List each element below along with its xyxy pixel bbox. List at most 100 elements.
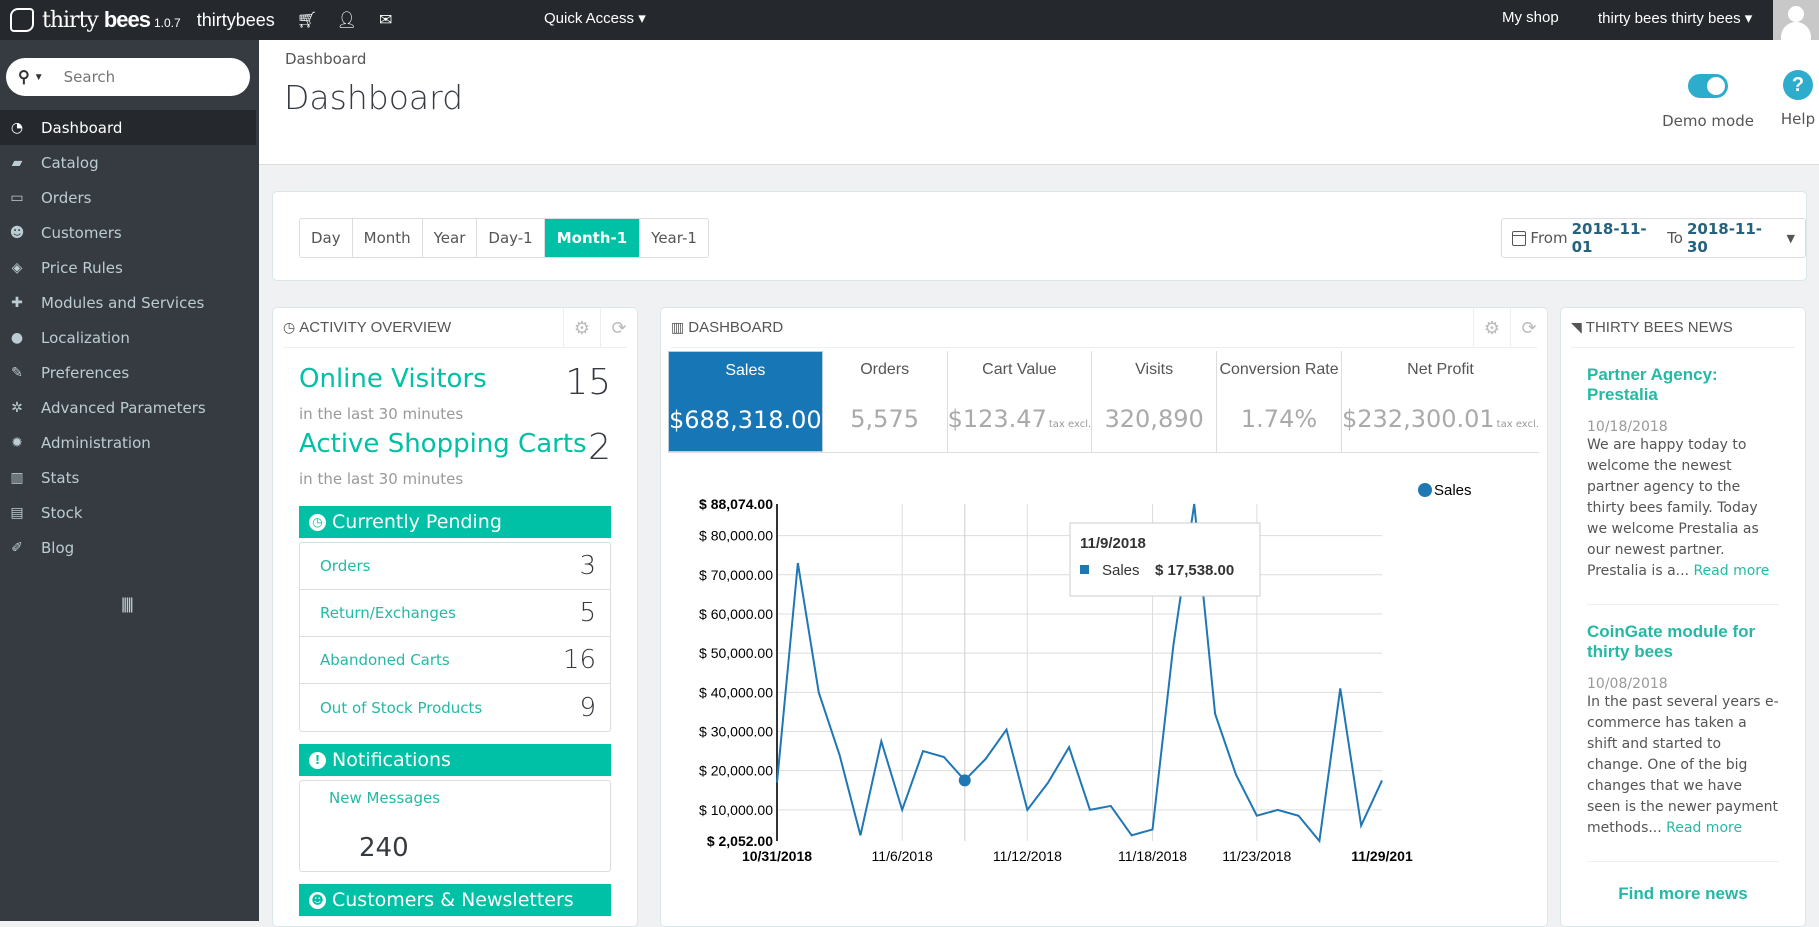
panel-title: Dashboard — [688, 319, 784, 336]
notifications-heading: ! Notifications — [299, 744, 611, 776]
kpi-tile-net-profit[interactable]: Net Profit $232,300.01 tax excl. — [1342, 351, 1539, 452]
search-input[interactable] — [63, 68, 224, 86]
new-messages: New Messages 240 — [299, 780, 611, 872]
sales-chart[interactable]: $ 2,052.00 $ 10,000.00 $ 20,000.00 $ 30,000… — [661, 448, 1549, 918]
pending-label[interactable]: Out of Stock Products — [320, 699, 482, 717]
sidebar-item-label: Stats — [41, 468, 80, 487]
my-shop-link[interactable]: My shop — [1502, 9, 1559, 26]
kpi-value: $123.47 tax excl. — [948, 405, 1092, 433]
refresh-icon[interactable]: ⟳ — [1510, 308, 1547, 348]
kpi-tile-sales[interactable]: Sales $688,318.00 — [668, 351, 823, 452]
kpi-value-text: $688,318.00 — [669, 406, 822, 434]
caret-down-icon[interactable]: ▼ — [34, 72, 44, 83]
configure-icon[interactable]: ⚙ — [1473, 308, 1510, 348]
edit-icon: ✐ — [11, 539, 23, 556]
sidebar-item-label: Dashboard — [41, 118, 123, 137]
tooltip-marker — [1080, 565, 1089, 574]
x-tick-label: 11/23/2018 — [1222, 848, 1291, 864]
date-filter-bar: Day Month Year Day-1 Month-1 Year-1 From 2018… — [272, 191, 1807, 281]
shop-name[interactable]: thirtybees — [197, 10, 275, 31]
user-icon: ☻ — [309, 891, 326, 909]
news-title-link[interactable]: Partner Agency: Prestalia — [1587, 365, 1779, 405]
sidebar-item-stock[interactable]: ▤ Stock — [0, 495, 259, 530]
sidebar-item-orders[interactable]: ▭ Orders — [0, 180, 259, 215]
legend-label: Sales — [1434, 482, 1472, 499]
user-menu[interactable]: thirty bees thirty bees ▾ — [1598, 9, 1752, 27]
period-button-year[interactable]: Year — [422, 219, 478, 257]
sidebar-item-preferences[interactable]: ✎ Preferences — [0, 355, 259, 390]
period-button-month[interactable]: Month — [352, 219, 423, 257]
sidebar-item-dashboard[interactable]: ◔ Dashboard — [0, 110, 256, 145]
sidebar-item-price-rules[interactable]: ◈ Price Rules — [0, 250, 259, 285]
kpi-tile-visits[interactable]: Visits 320,890 — [1092, 351, 1218, 452]
help-button[interactable]: ? Help — [1763, 70, 1819, 128]
kpi-label: Visits — [1135, 361, 1174, 378]
pending-label[interactable]: Orders — [320, 557, 370, 575]
find-more-news-link[interactable]: Find more news — [1561, 884, 1805, 904]
online-visitors-label[interactable]: Online Visitors — [299, 364, 487, 394]
caret-down-icon: ▼ — [1786, 231, 1795, 245]
sidebar-item-label: Administration — [41, 433, 151, 452]
page-header: Dashboard Dashboard Demo mode ? Help — [259, 40, 1819, 165]
user-icon[interactable]: 👤︎ — [337, 10, 357, 30]
panel-title: Activity overview — [299, 319, 452, 336]
logo[interactable]: thirty bees 1.0.7 — [10, 0, 181, 40]
sidebar-item-label: Localization — [41, 328, 130, 347]
breadcrumb[interactable]: Dashboard — [285, 50, 366, 68]
collapse-menu-icon[interactable]: ||||| — [121, 596, 134, 614]
active-carts-label[interactable]: Active Shopping Carts — [299, 429, 587, 459]
pending-value: 3 — [579, 551, 596, 581]
credit-card-icon: ▭ — [10, 189, 24, 206]
kpi-tile-cart-value[interactable]: Cart Value $123.47 tax excl. — [948, 351, 1093, 452]
sidebar-item-customers[interactable]: ☻ Customers — [0, 215, 259, 250]
kpi-label: Conversion Rate — [1219, 361, 1339, 378]
read-more-link[interactable]: Read more — [1666, 820, 1742, 836]
new-messages-value: 240 — [359, 833, 409, 863]
quick-access-dropdown[interactable]: Quick Access ▾ — [544, 9, 646, 27]
kpi-label: Cart Value — [982, 361, 1057, 378]
list-item: Out of Stock Products 9 — [300, 684, 610, 731]
new-messages-link[interactable]: New Messages — [329, 789, 440, 807]
sidebar-item-catalog[interactable]: ▰ Catalog — [0, 145, 259, 180]
y-tick-label: $ 20,000.00 — [699, 763, 773, 779]
kpi-value-text: $232,300.01 — [1341, 405, 1495, 433]
dashboard-panel: ▥ Dashboard ⚙ ⟳ Sales $688,318.00 Orders 5,… — [660, 307, 1548, 927]
date-range-picker[interactable]: From 2018-11-01 To 2018-11-30 ▼ — [1501, 218, 1806, 258]
kpi-tile-orders[interactable]: Orders 5,575 — [823, 351, 948, 452]
tooltip-value: $ 17,538.00 — [1155, 562, 1234, 579]
period-button-month-1[interactable]: Month-1 — [544, 219, 641, 257]
sidebar-item-advanced-parameters[interactable]: ✲ Advanced Parameters — [0, 390, 259, 425]
news-title-link[interactable]: CoinGate module for thirty bees — [1587, 622, 1779, 662]
period-button-year-1[interactable]: Year-1 — [640, 219, 708, 257]
search-box: ⚲ ▼ — [6, 58, 250, 96]
sidebar-item-modules-and-services[interactable]: ✚ Modules and Services — [0, 285, 259, 320]
toggle-icon[interactable] — [1688, 74, 1728, 98]
refresh-icon[interactable]: ⟳ — [600, 308, 637, 348]
sidebar-item-localization[interactable]: ● Localization — [0, 320, 259, 355]
kpi-value: 5,575 — [823, 405, 947, 433]
calendar-icon — [1512, 230, 1527, 246]
tooltip-series: Sales — [1102, 562, 1140, 579]
sidebar-item-stats[interactable]: ▥ Stats — [0, 460, 259, 495]
pending-value: 16 — [562, 645, 596, 675]
panel-heading: ◥ Thirty bees news — [1571, 308, 1795, 348]
kpi-value-text: 5,575 — [850, 405, 919, 433]
sidebar-item-administration[interactable]: ✹ Administration — [0, 425, 259, 460]
envelope-icon[interactable]: ✉ — [377, 10, 395, 30]
y-tick-label: $ 88,074.00 — [699, 496, 773, 512]
kpi-tile-conversion-rate[interactable]: Conversion Rate 1.74% — [1217, 351, 1342, 452]
demo-mode-toggle[interactable]: Demo mode — [1658, 74, 1758, 130]
avatar[interactable] — [1773, 0, 1819, 40]
search-icon[interactable]: ⚲ — [18, 67, 30, 87]
configure-icon[interactable]: ⚙ — [563, 308, 600, 348]
cart-icon[interactable]: 🛒︎ — [297, 10, 317, 30]
period-button-day-1[interactable]: Day-1 — [477, 219, 545, 257]
news-body: We are happy today to welcome the newest… — [1587, 435, 1779, 582]
sidebar-item-blog[interactable]: ✐ Blog — [0, 530, 259, 565]
read-more-link[interactable]: Read more — [1693, 563, 1769, 579]
pending-label[interactable]: Return/Exchanges — [320, 604, 456, 622]
period-button-day[interactable]: Day — [300, 219, 353, 257]
sidebar-item-label: Modules and Services — [41, 293, 205, 312]
pending-label[interactable]: Abandoned Carts — [320, 651, 450, 669]
y-tick-label: $ 10,000.00 — [699, 802, 773, 818]
